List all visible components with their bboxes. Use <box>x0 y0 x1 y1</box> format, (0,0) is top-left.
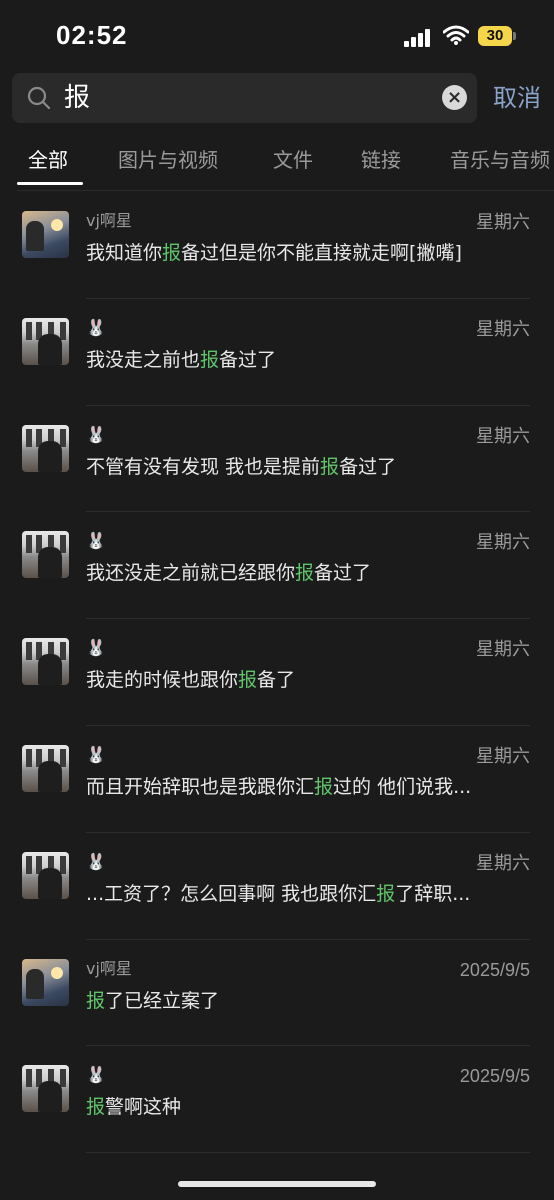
message-snippet: 我知道你报备过但是你不能直接就走啊[撇嘴] <box>86 239 530 267</box>
list-item[interactable]: 🐰 星期六而且开始辞职也是我跟你汇报过的 他们说我... <box>0 726 554 833</box>
keyword-highlight: 报 <box>320 455 340 478</box>
divider <box>86 1152 530 1154</box>
sender-name: 🐰 <box>86 531 106 551</box>
message-date: 2025/9/5 <box>459 1066 530 1087</box>
avatar[interactable] <box>22 317 69 365</box>
keyword-highlight: 报 <box>86 1096 106 1119</box>
message-date: 星期六 <box>476 425 530 446</box>
signal-icon <box>404 27 434 47</box>
sender-name: 🐰 <box>86 317 106 337</box>
list-item[interactable]: 🐰 星期六我还没走之前就已经跟你报备过了 <box>0 512 554 620</box>
snippet-text-after: 了辞职... <box>395 882 471 905</box>
list-item[interactable]: 🐰 星期六不管有没有发现 我也是提前报备过了 <box>0 406 554 513</box>
list-item[interactable]: vj啊星 星期六我知道你报备过但是你不能直接就走啊[撇嘴] <box>0 192 554 299</box>
snippet-text-after: 了已经立案了 <box>105 989 220 1012</box>
snippet-text-before: 而且开始辞职也是我跟你汇 <box>86 775 315 798</box>
list-item[interactable]: vj啊星 2025/9/5 报了已经立案了 <box>0 940 554 1047</box>
divider <box>17 190 554 191</box>
search-results: vj啊星 星期六 我知道你报备过但是你不能直接就走啊[撇嘴] 🐰 星期六 我没走之前也报备… <box>0 192 554 1154</box>
avatar[interactable] <box>22 424 69 472</box>
snippet-text-after: 警啊这种 <box>105 1096 182 1119</box>
keyword-highlight: 报 <box>314 775 334 798</box>
snippet-text-before: ...工资了？怎么回事啊 我也跟你汇 <box>86 882 377 905</box>
search-icon <box>27 86 51 110</box>
snippet-text-before: 不管有没有发现 我也是提前 <box>86 455 321 478</box>
message-date: 星期六 <box>476 852 530 873</box>
avatar[interactable] <box>22 851 69 899</box>
snippet-text-before: 我走的时候也跟你 <box>86 669 239 692</box>
message-date: 星期六 <box>476 532 530 553</box>
snippet-text-before: 我还没走之前就已经跟你 <box>86 562 296 585</box>
list-item[interactable]: 🐰 星期六 ...工资了？怎么回事啊 我也跟你汇报了辞职... <box>0 833 554 940</box>
tab-all[interactable]: 全部 <box>28 146 68 174</box>
message-snippet: ...工资了？怎么回事啊 我也跟你汇报了辞职... <box>86 880 530 908</box>
cancel-button[interactable]: 取消 <box>493 82 541 114</box>
sender-name: 🐰 <box>86 851 106 871</box>
home-indicator[interactable] <box>178 1181 376 1187</box>
sender-name: 🐰 <box>86 744 106 764</box>
snippet-text-before: 我没走之前也 <box>86 348 201 371</box>
avatar[interactable] <box>22 638 69 686</box>
keyword-highlight: 报 <box>86 989 106 1012</box>
search-field[interactable]: 报 × <box>12 73 477 123</box>
sender-name: vj啊星 <box>86 958 132 978</box>
snippet-text-after: 备过了 <box>314 562 372 585</box>
sender-name: vj啊星 <box>86 211 132 230</box>
message-snippet: 不管有没有发现 我也是提前报备过了 <box>86 453 530 481</box>
tab-files[interactable]: 文件 <box>273 146 313 174</box>
message-date: 2025/9/5 <box>459 959 530 980</box>
tab-images-videos[interactable]: 图片与视频 <box>118 146 218 174</box>
message-snippet: 而且开始辞职也是我跟你汇报过的 他们说我... <box>86 773 530 801</box>
message-snippet: 我还没走之前就已经跟你报备过了 <box>86 559 530 587</box>
sender-name: 🐰 <box>86 638 106 658</box>
wifi-icon <box>443 25 469 45</box>
snippet-text-after: 备了 <box>257 669 296 692</box>
snippet-text-after: 过的 他们说我... <box>333 775 472 798</box>
battery-indicator: 30 <box>478 26 516 46</box>
filter-tabs: 全部 图片与视频 文件 链接 音乐与音频 <box>0 140 554 186</box>
message-snippet: 报警啊这种 <box>86 1093 530 1121</box>
keyword-highlight: 报 <box>376 882 396 905</box>
clear-icon[interactable]: × <box>442 85 467 110</box>
tab-music-audio[interactable]: 音乐与音频 <box>450 146 550 174</box>
snippet-text-after: 备过但是你不能直接就走啊[撇嘴] <box>181 242 462 264</box>
list-item[interactable]: 🐰 星期六我没走之前也报备过了 <box>0 299 554 406</box>
sender-name: 🐰 <box>86 1065 106 1085</box>
tab-links[interactable]: 链接 <box>361 146 401 174</box>
message-snippet: 我没走之前也报备过了 <box>86 346 530 374</box>
avatar[interactable] <box>22 1065 69 1113</box>
message-snippet: 报了已经立案了 <box>86 987 530 1015</box>
message-date: 星期六 <box>476 318 530 339</box>
snippet-text-after: 备过了 <box>339 455 397 478</box>
list-item[interactable]: 🐰 2025/9/5 报警啊这种 <box>0 1046 554 1154</box>
active-tab-underline <box>17 182 83 185</box>
avatar[interactable] <box>22 211 69 258</box>
message-snippet: 我走的时候也跟你报备了 <box>86 666 530 694</box>
message-date: 星期六 <box>476 212 530 232</box>
search-input[interactable]: 报 <box>64 81 90 115</box>
status-bar: 02:52 30 <box>0 0 554 70</box>
avatar[interactable] <box>22 531 69 579</box>
keyword-highlight: 报 <box>162 242 182 264</box>
keyword-highlight: 报 <box>295 562 315 585</box>
sender-name: 🐰 <box>86 424 106 444</box>
avatar[interactable] <box>22 744 69 792</box>
keyword-highlight: 报 <box>238 669 258 692</box>
snippet-text-after: 备过了 <box>219 348 277 371</box>
keyword-highlight: 报 <box>200 348 220 371</box>
status-time: 02:52 <box>56 20 128 50</box>
list-item[interactable]: 🐰 星期六我走的时候也跟你报备了 <box>0 619 554 726</box>
snippet-text-before: 我知道你 <box>86 242 163 264</box>
message-date: 星期六 <box>476 639 530 660</box>
avatar[interactable] <box>22 958 69 1006</box>
message-date: 星期六 <box>476 745 530 766</box>
